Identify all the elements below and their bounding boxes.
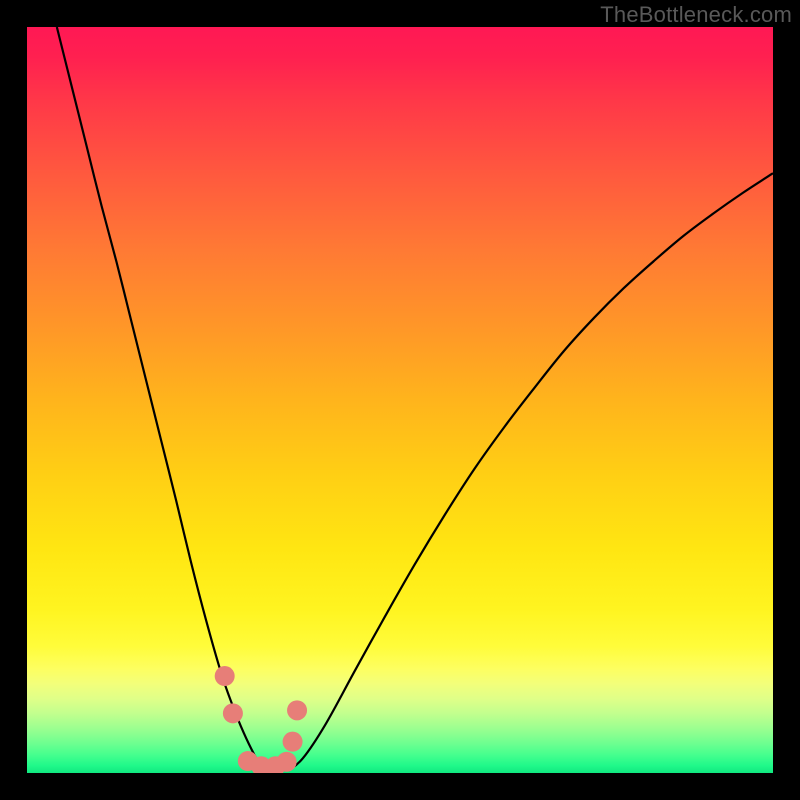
chart-container: TheBottleneck.com bbox=[0, 0, 800, 800]
marker-dot bbox=[277, 752, 297, 772]
marker-dot bbox=[283, 732, 303, 752]
marker-group bbox=[215, 666, 307, 773]
marker-layer bbox=[27, 27, 773, 773]
marker-dot bbox=[215, 666, 235, 686]
marker-dot bbox=[287, 700, 307, 720]
marker-dot bbox=[223, 703, 243, 723]
watermark-text: TheBottleneck.com bbox=[600, 2, 792, 28]
plot-area bbox=[27, 27, 773, 773]
